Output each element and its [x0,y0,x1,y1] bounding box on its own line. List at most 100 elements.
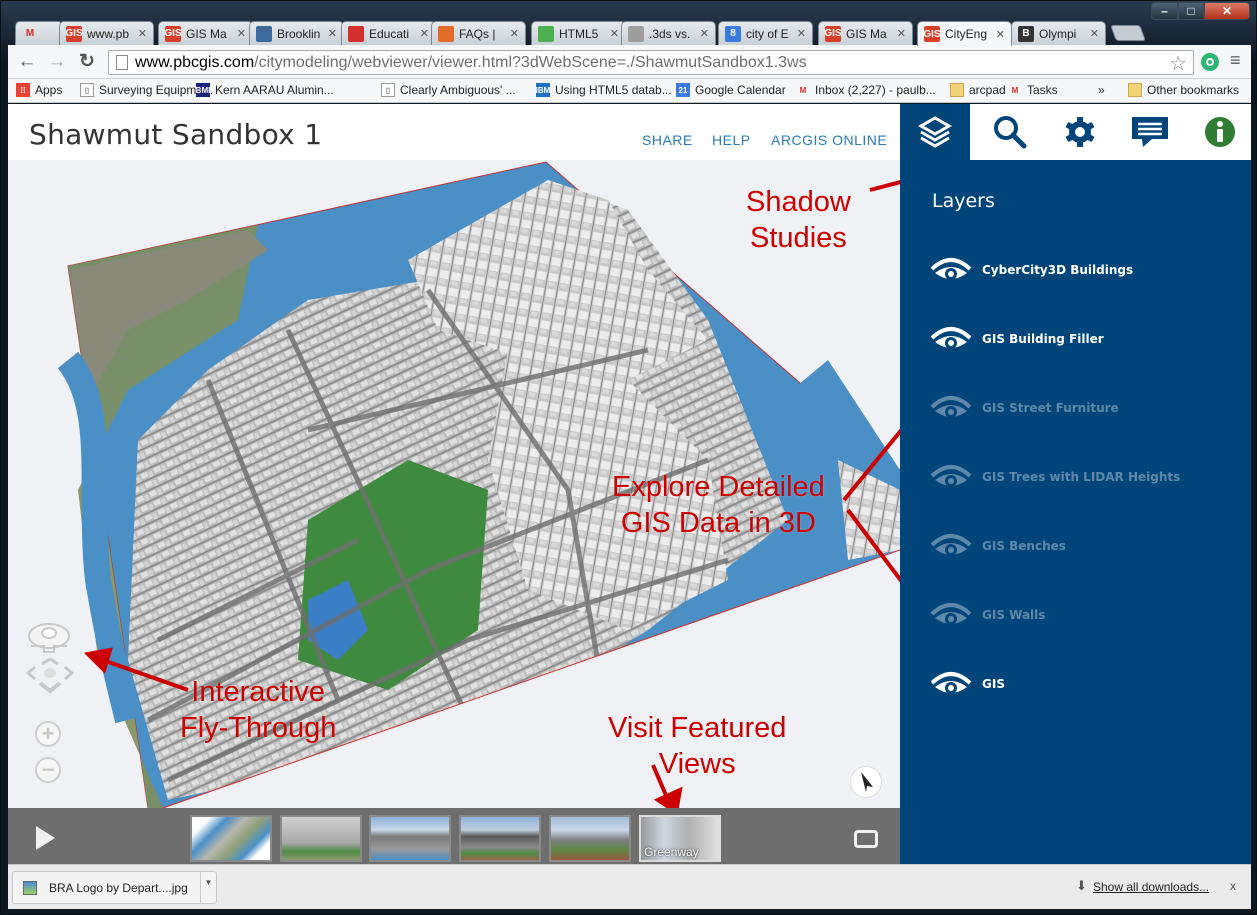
bookmark-item[interactable]: M Tasks [1008,83,1058,97]
layer-item[interactable]: GIS Trees with LIDAR Heights [930,457,1180,497]
ibm-icon: IBM [536,83,550,97]
back-icon[interactable]: ← [16,52,38,72]
tab-7[interactable]: .3ds vs. ✕ [621,21,716,45]
tab-8[interactable]: 8 city of E ✕ [718,21,813,45]
settings-tab[interactable] [1050,104,1110,160]
layer-name: GIS Walls [982,608,1046,622]
maximize-button[interactable]: □ [1178,2,1204,20]
gear-icon [1065,117,1095,147]
bookmark-item[interactable]: » [1098,83,1105,97]
eye-visibility-icon[interactable] [930,255,972,285]
compass-button[interactable] [850,766,882,798]
orbit-control-icon[interactable] [26,622,72,656]
bookmark-item[interactable]: IBM Using HTML5 datab... [536,83,672,97]
w3-icon [538,25,554,42]
eye-visibility-icon[interactable] [930,600,972,630]
slide-thumbnail[interactable] [190,815,272,862]
tab-close-icon[interactable]: ✕ [996,28,1005,41]
bookmark-item[interactable]: M Inbox (2,227) - paulb... [796,83,936,97]
comments-tab[interactable] [1120,104,1180,160]
bookmark-item[interactable]: arcpad [950,83,1006,97]
tab-close-icon[interactable]: ✕ [610,27,619,40]
fullscreen-icon[interactable] [854,830,878,848]
extension-icon[interactable] [1201,53,1219,71]
zoom-out-button[interactable]: − [35,757,61,783]
reload-icon[interactable]: ↻ [76,52,98,72]
address-bar[interactable]: www.pbcgis.com/citymodeling/webviewer/vi… [108,50,1194,75]
layer-item[interactable]: GIS Walls [930,595,1045,635]
close-download-bar-button[interactable]: x [1230,879,1236,893]
pan-control-icon[interactable] [26,658,74,694]
tab-5[interactable]: FAQs | ✕ [431,21,526,45]
tab-0[interactable]: M [15,21,63,45]
tab-label: FAQs | [459,26,496,41]
slide-thumbnail[interactable]: Greenway [639,815,721,862]
eye-visibility-icon[interactable] [930,393,972,423]
bookmark-item[interactable]: ▯ Clearly Ambiguous' ... [381,83,516,97]
tab-label: .3ds vs. [649,26,691,41]
annotation-line: Interactive [191,676,326,708]
pbcgis-icon: GIS [164,25,182,42]
forward-icon[interactable]: → [46,52,68,72]
minimize-button[interactable]: – [1151,2,1178,20]
menu-icon[interactable]: ≡ [1230,50,1241,71]
download-arrow-icon: ⬇ [1076,878,1087,893]
slide-thumbnail[interactable] [280,815,362,862]
eye-visibility-icon[interactable] [930,669,972,699]
layer-item[interactable]: CyberCity3D Buildings [930,250,1133,290]
star-icon[interactable]: ☆ [1169,51,1187,76]
help-link[interactable]: HELP [712,132,751,148]
tab-close-icon[interactable]: ✕ [138,27,147,40]
bookmark-item[interactable]: 21 Google Calendar [676,83,786,97]
layer-item[interactable]: GIS [930,664,1005,704]
download-menu-caret[interactable]: ▼ [200,872,216,903]
slide-thumbnail[interactable] [549,815,631,862]
layers-tab[interactable] [900,104,970,160]
page-title: Shawmut Sandbox 1 [29,118,323,151]
tab-label: city of E [746,26,789,41]
tab-10[interactable]: GIS CityEng ✕ [917,21,1012,46]
tab-close-icon[interactable]: ✕ [700,27,709,40]
bookmark-item[interactable]: ⁞⁞ Apps [16,83,62,97]
bookmark-item[interactable]: BMI Kern AARAU Alumin... [196,83,334,97]
tab-2[interactable]: GIS GIS Ma ✕ [158,21,253,45]
tab-close-icon[interactable]: ✕ [420,27,429,40]
eye-visibility-icon[interactable] [930,462,972,492]
eye-visibility-icon[interactable] [930,531,972,561]
eye-visibility-icon[interactable] [930,324,972,354]
play-icon[interactable] [36,826,55,850]
tab-close-icon[interactable]: ✕ [797,27,806,40]
tab-close-icon[interactable]: ✕ [328,27,337,40]
bookmark-label: Inbox (2,227) - paulb... [815,83,936,97]
tab-6[interactable]: HTML5 ✕ [531,21,626,45]
tab-1[interactable]: GIS www.pb ✕ [59,21,154,45]
tab-close-icon[interactable]: ✕ [897,27,906,40]
3d-scene-viewer[interactable]: Shadow Studies Explore Detailed GIS Data… [8,160,900,808]
search-tab[interactable] [980,104,1040,160]
show-all-downloads-link[interactable]: Show all downloads... [1093,880,1209,894]
layers-heading: Layers [932,190,995,212]
slide-thumbnail[interactable] [369,815,451,862]
arcgis-online-link[interactable]: ARCGIS ONLINE [771,132,887,148]
new-tab-button[interactable] [1110,25,1146,41]
comment-icon [1132,117,1168,147]
layer-item[interactable]: GIS Building Filler [930,319,1104,359]
info-tab[interactable] [1190,104,1250,160]
share-link[interactable]: SHARE [642,132,693,148]
layer-item[interactable]: GIS Street Furniture [930,388,1119,428]
slide-thumbnail[interactable] [459,815,541,862]
tab-3[interactable]: Brooklin ✕ [249,21,344,45]
download-item[interactable]: BRA Logo by Depart....jpg ▼ [12,871,217,904]
tab-close-icon[interactable]: ✕ [237,27,246,40]
close-window-button[interactable]: ✕ [1204,2,1250,20]
tab-11[interactable]: B Olympi ✕ [1011,21,1106,45]
annotation-line: GIS Data in 3D [620,507,816,539]
bookmark-item[interactable]: Other bookmarks [1128,83,1239,97]
zoom-in-button[interactable]: + [35,721,61,747]
tab-4[interactable]: Educati ✕ [341,21,436,45]
layer-item[interactable]: GIS Benches [930,526,1066,566]
tab-close-icon[interactable]: ✕ [510,27,519,40]
tab-9[interactable]: GIS GIS Ma ✕ [818,21,913,45]
tab-close-icon[interactable]: ✕ [1090,27,1099,40]
bookmark-item[interactable]: ▯ Surveying Equipme... [80,83,213,97]
